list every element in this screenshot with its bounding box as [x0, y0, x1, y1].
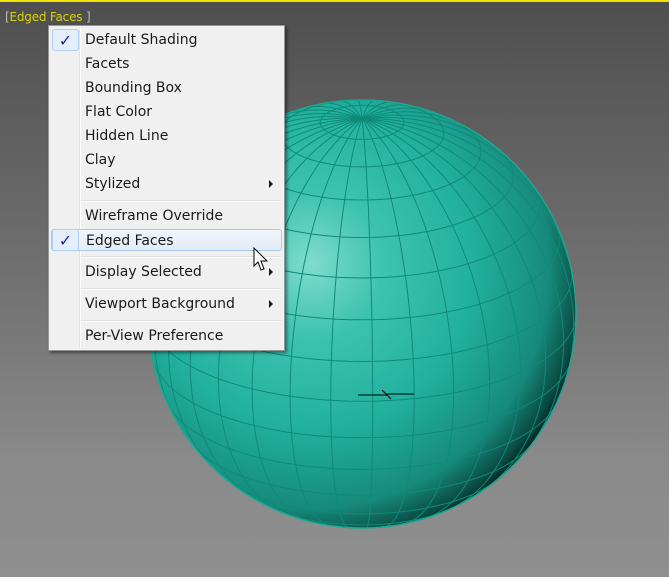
- menu-item-label: Display Selected: [85, 264, 202, 280]
- menu-separator: [81, 200, 281, 202]
- menu-item-facets[interactable]: Facets: [51, 53, 282, 75]
- menu-item-label: Clay: [85, 152, 116, 168]
- menu-item-hidden-line[interactable]: Hidden Line: [51, 125, 282, 147]
- menu-separator: [81, 288, 281, 290]
- menu-item-default-shading[interactable]: ✓ Default Shading: [51, 29, 282, 51]
- menu-item-label: Bounding Box: [85, 80, 182, 96]
- menu-item-flat-color[interactable]: Flat Color: [51, 101, 282, 123]
- menu-separator: [81, 256, 281, 258]
- menu-item-label: Stylized: [85, 176, 141, 192]
- menu-item-label: Default Shading: [85, 32, 198, 48]
- checkmark-icon: ✓: [52, 29, 79, 51]
- menu-item-stylized[interactable]: Stylized: [51, 173, 282, 195]
- menu-item-label: Facets: [85, 56, 130, 72]
- menu-separator: [81, 320, 281, 322]
- mouse-cursor-icon: [253, 247, 269, 271]
- menu-item-viewport-background[interactable]: Viewport Background: [51, 293, 282, 315]
- menu-item-per-view-preference[interactable]: Per-View Preference: [51, 325, 282, 347]
- checkmark-icon: ✓: [52, 229, 79, 251]
- menu-item-label: Viewport Background: [85, 296, 235, 312]
- menu-item-label: Per-View Preference: [85, 328, 224, 344]
- menu-item-label: Hidden Line: [85, 128, 169, 144]
- submenu-arrow-icon: [269, 180, 273, 188]
- menu-item-clay[interactable]: Clay: [51, 149, 282, 171]
- menu-item-wireframe-override[interactable]: Wireframe Override: [51, 205, 282, 227]
- viewport[interactable]: [Edged Faces ] ✓ Default Shading Facets Bou…: [0, 0, 669, 577]
- submenu-arrow-icon: [269, 300, 273, 308]
- menu-item-bounding-box[interactable]: Bounding Box: [51, 77, 282, 99]
- menu-item-display-selected[interactable]: Display Selected: [51, 261, 282, 283]
- menu-item-label: Flat Color: [85, 104, 153, 120]
- menu-item-label: Edged Faces: [86, 233, 174, 249]
- menu-item-label: Wireframe Override: [85, 208, 224, 224]
- viewport-shading-menu: ✓ Default Shading Facets Bounding Box Flat C…: [48, 25, 285, 351]
- menu-item-edged-faces[interactable]: ✓ Edged Faces: [51, 229, 282, 251]
